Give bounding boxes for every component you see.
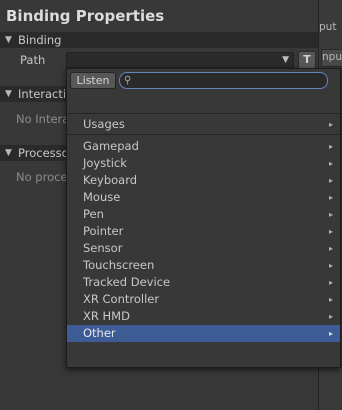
panel-title: Binding Properties: [6, 7, 165, 25]
picker-item-label: Tracked Device: [83, 275, 171, 289]
path-dropdown[interactable]: ▼: [66, 52, 294, 68]
picker-item-pointer[interactable]: Pointer ▸: [67, 223, 340, 240]
picker-item-label: Usages: [83, 117, 125, 131]
chevron-right-icon: ▸: [328, 261, 333, 270]
chevron-right-icon: ▸: [328, 295, 333, 304]
section-binding-header[interactable]: ▼ Binding: [0, 32, 318, 48]
adjacent-field-text: nput: [322, 51, 342, 63]
picker-item-tracked-device[interactable]: Tracked Device ▸: [67, 274, 340, 291]
divider: [67, 113, 340, 114]
listen-button[interactable]: Listen: [70, 72, 116, 89]
adjacent-panel-text: put: [319, 21, 337, 33]
picker-item-usages[interactable]: Usages ▸: [67, 116, 340, 133]
picker-item-label: Touchscreen: [83, 258, 155, 272]
picker-item-label: Other: [83, 326, 116, 340]
search-input[interactable]: [135, 73, 320, 88]
picker-item-label: Joystick: [83, 156, 127, 170]
chevron-right-icon: ▸: [328, 329, 333, 338]
chevron-right-icon: ▸: [328, 120, 333, 129]
picker-item-gamepad[interactable]: Gamepad ▸: [67, 138, 340, 155]
triangle-down-icon: ▼: [5, 89, 12, 99]
picker-item-label: Gamepad: [83, 139, 139, 153]
picker-item-keyboard[interactable]: Keyboard ▸: [67, 172, 340, 189]
picker-item-label: Pointer: [83, 224, 124, 238]
picker-item-label: Sensor: [83, 241, 123, 255]
chevron-right-icon: ▸: [328, 176, 333, 185]
picker-item-other[interactable]: Other ▸: [67, 325, 340, 342]
search-icon: ⚲: [124, 75, 132, 86]
adjacent-panel-field[interactable]: nput: [321, 49, 342, 67]
picker-item-sensor[interactable]: Sensor ▸: [67, 240, 340, 257]
picker-item-label: Keyboard: [83, 173, 138, 187]
path-label: Path: [20, 53, 46, 67]
picker-item-label: Mouse: [83, 190, 121, 204]
picker-item-label: Pen: [83, 207, 104, 221]
chevron-right-icon: ▸: [328, 142, 333, 151]
chevron-right-icon: ▸: [328, 312, 333, 321]
chevron-right-icon: ▸: [328, 193, 333, 202]
triangle-down-icon: ▼: [5, 148, 12, 158]
triangle-down-icon: ▼: [5, 35, 12, 45]
divider: [67, 134, 340, 135]
chevron-right-icon: ▸: [328, 227, 333, 236]
chevron-right-icon: ▸: [328, 278, 333, 287]
picker-item-pen[interactable]: Pen ▸: [67, 206, 340, 223]
chevron-right-icon: ▸: [328, 244, 333, 253]
search-field[interactable]: ⚲: [119, 72, 328, 89]
picker-item-label: XR Controller: [83, 292, 160, 306]
control-picker-popup: Listen ⚲ Usages ▸ Gamepad ▸ Joystick ▸ K…: [66, 68, 341, 368]
section-binding-label: Binding: [18, 33, 62, 47]
picker-item-xr-controller[interactable]: XR Controller ▸: [67, 291, 340, 308]
text-mode-button[interactable]: T: [298, 51, 316, 69]
picker-item-touchscreen[interactable]: Touchscreen ▸: [67, 257, 340, 274]
picker-item-xr-hmd[interactable]: XR HMD ▸: [67, 308, 340, 325]
chevron-right-icon: ▸: [328, 210, 333, 219]
dropdown-arrow-icon: ▼: [282, 55, 289, 65]
picker-item-mouse[interactable]: Mouse ▸: [67, 189, 340, 206]
chevron-right-icon: ▸: [328, 159, 333, 168]
picker-item-label: XR HMD: [83, 309, 130, 323]
picker-item-joystick[interactable]: Joystick ▸: [67, 155, 340, 172]
